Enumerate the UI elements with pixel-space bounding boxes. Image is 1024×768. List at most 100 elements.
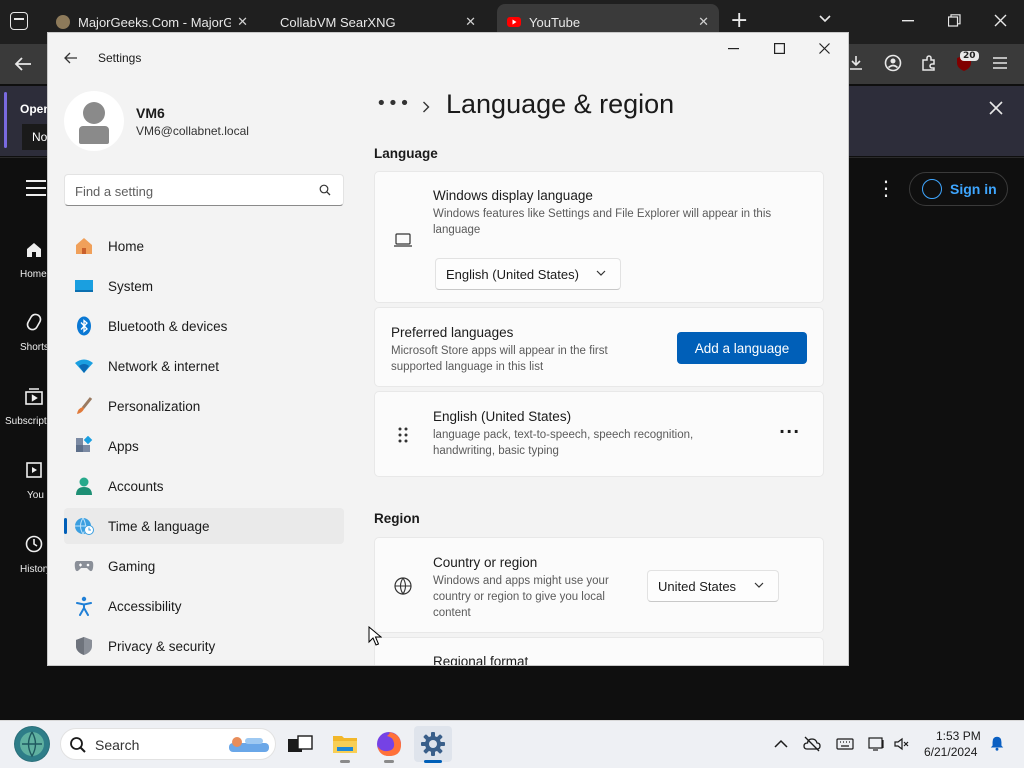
section-heading-language: Language xyxy=(374,146,438,161)
nav-item-privacy[interactable]: Privacy & security xyxy=(64,628,344,664)
youtube-nav-subscriptions[interactable]: Subscriptions xyxy=(0,386,65,427)
card-description: Microsoft Store apps will appear in the … xyxy=(391,345,608,373)
menu-hamburger-icon[interactable] xyxy=(991,54,1009,72)
brush-icon xyxy=(74,396,94,416)
find-setting-search[interactable] xyxy=(64,174,344,206)
add-language-button[interactable]: Add a language xyxy=(677,332,807,364)
display-language-dropdown[interactable]: English (United States) xyxy=(435,258,621,290)
card-regional-format[interactable]: Regional format xyxy=(374,637,824,665)
notification-close-icon[interactable] xyxy=(988,100,1004,116)
nav-item-personalization[interactable]: Personalization xyxy=(64,388,344,424)
running-indicator xyxy=(384,760,394,763)
keyboard-icon[interactable] xyxy=(836,736,854,752)
nav-item-time-language[interactable]: Time & language xyxy=(64,508,344,544)
task-view-icon[interactable] xyxy=(286,730,314,758)
youtube-nav-shorts[interactable]: Shorts xyxy=(0,312,49,353)
nav-item-accounts[interactable]: Accounts xyxy=(64,468,344,504)
user-email: VM6@collabnet.local xyxy=(136,124,249,138)
minimize-icon[interactable] xyxy=(902,20,914,22)
nav-item-gaming[interactable]: Gaming xyxy=(64,548,344,584)
history-icon xyxy=(25,535,43,553)
card-title: Windows display language xyxy=(433,188,593,203)
country-dropdown[interactable]: United States xyxy=(647,570,779,602)
nav-item-bluetooth[interactable]: Bluetooth & devices xyxy=(64,308,344,344)
subscriptions-icon xyxy=(25,388,43,405)
settings-gear-icon[interactable] xyxy=(419,730,447,758)
settings-back-icon[interactable] xyxy=(64,52,78,64)
dropdown-value: English (United States) xyxy=(446,266,579,282)
more-options-icon[interactable]: ··· xyxy=(779,422,800,441)
volume-muted-icon[interactable] xyxy=(893,736,911,752)
shield-icon xyxy=(74,636,94,656)
chevron-down-icon xyxy=(754,582,764,588)
notification-text: Open xyxy=(20,102,51,116)
card-description: Windows features like Settings and File … xyxy=(433,208,772,236)
nav-item-apps[interactable]: Apps xyxy=(64,428,344,464)
widgets-globe-icon[interactable] xyxy=(14,726,50,762)
close-window-icon[interactable] xyxy=(994,14,1007,27)
tab-overflow-chevron-icon[interactable] xyxy=(818,12,832,26)
search-icon[interactable] xyxy=(319,184,331,196)
youtube-sign-in-button[interactable]: Sign in xyxy=(909,172,1008,206)
card-installed-language[interactable]: English (United States) language pack, t… xyxy=(374,391,824,477)
new-tab-button[interactable]: + xyxy=(730,10,748,32)
restore-icon[interactable] xyxy=(948,14,961,27)
tab-list-icon[interactable] xyxy=(10,12,28,30)
taskbar-search-label: Search xyxy=(95,737,140,753)
nav-label: Network & internet xyxy=(108,358,220,374)
back-arrow-icon[interactable] xyxy=(14,56,32,72)
card-description: language pack, text-to-speech, speech re… xyxy=(433,429,694,457)
download-icon[interactable] xyxy=(847,54,865,72)
youtube-nav-history[interactable]: History xyxy=(0,534,51,575)
settings-minimize-icon[interactable] xyxy=(728,48,739,50)
accessibility-icon xyxy=(74,596,94,616)
card-display-language: Windows display language Windows feature… xyxy=(374,171,824,303)
search-highlight-art-icon xyxy=(229,737,269,752)
drag-handle-icon[interactable] xyxy=(393,425,413,445)
card-country-region: Country or region Windows and apps might… xyxy=(374,537,824,633)
clock-time[interactable]: 1:53 PM xyxy=(936,729,981,743)
display-icon[interactable] xyxy=(868,736,886,752)
tab-close-icon[interactable]: ✕ xyxy=(698,14,709,30)
nav-item-network[interactable]: Network & internet xyxy=(64,348,344,384)
gamepad-icon xyxy=(74,556,94,576)
onedrive-offline-icon[interactable] xyxy=(803,736,821,752)
apps-icon xyxy=(74,436,94,456)
running-indicator xyxy=(340,760,350,763)
nav-item-accessibility[interactable]: Accessibility xyxy=(64,588,344,624)
tab-close-icon[interactable]: ✕ xyxy=(237,14,248,30)
mouse-cursor-icon xyxy=(368,626,382,646)
account-icon[interactable] xyxy=(884,54,902,72)
youtube-more-icon[interactable]: ⋮ xyxy=(876,178,896,198)
firefox-icon[interactable] xyxy=(375,730,403,758)
nav-label: Personalization xyxy=(108,398,201,414)
youtube-nav-you[interactable]: You xyxy=(0,460,48,501)
search-icon xyxy=(70,737,86,753)
tray-chevron-up-icon[interactable] xyxy=(772,736,790,752)
search-input[interactable] xyxy=(75,181,305,201)
avatar[interactable] xyxy=(64,91,124,151)
settings-maximize-icon[interactable] xyxy=(774,43,785,54)
breadcrumb-more-icon[interactable]: ••• xyxy=(376,93,411,114)
home-icon xyxy=(74,236,94,256)
card-description: Windows and apps might use your country … xyxy=(433,575,609,619)
nav-label: Accounts xyxy=(108,478,164,494)
youtube-nav-home[interactable]: Home xyxy=(0,240,48,280)
nav-item-home[interactable]: Home xyxy=(64,228,344,264)
extension-badge: 20 xyxy=(960,51,979,61)
nav-label: Bluetooth & devices xyxy=(108,318,228,334)
file-explorer-icon[interactable] xyxy=(331,730,359,758)
youtube-menu-icon[interactable] xyxy=(26,180,46,196)
breadcrumb-chevron-icon xyxy=(423,101,430,113)
tab-close-icon[interactable]: ✕ xyxy=(465,14,476,30)
card-title: Country or region xyxy=(433,555,538,570)
nav-item-system[interactable]: System xyxy=(64,268,344,304)
taskbar-search[interactable]: Search xyxy=(60,728,276,760)
settings-close-icon[interactable] xyxy=(819,43,830,54)
notification-accent-edge xyxy=(4,92,7,148)
card-title: Regional format xyxy=(433,654,529,665)
notification-bell-icon[interactable] xyxy=(988,735,1006,751)
globe-clock-icon xyxy=(74,516,94,536)
extensions-icon[interactable] xyxy=(920,54,938,72)
clock-date[interactable]: 6/21/2024 xyxy=(924,745,977,759)
